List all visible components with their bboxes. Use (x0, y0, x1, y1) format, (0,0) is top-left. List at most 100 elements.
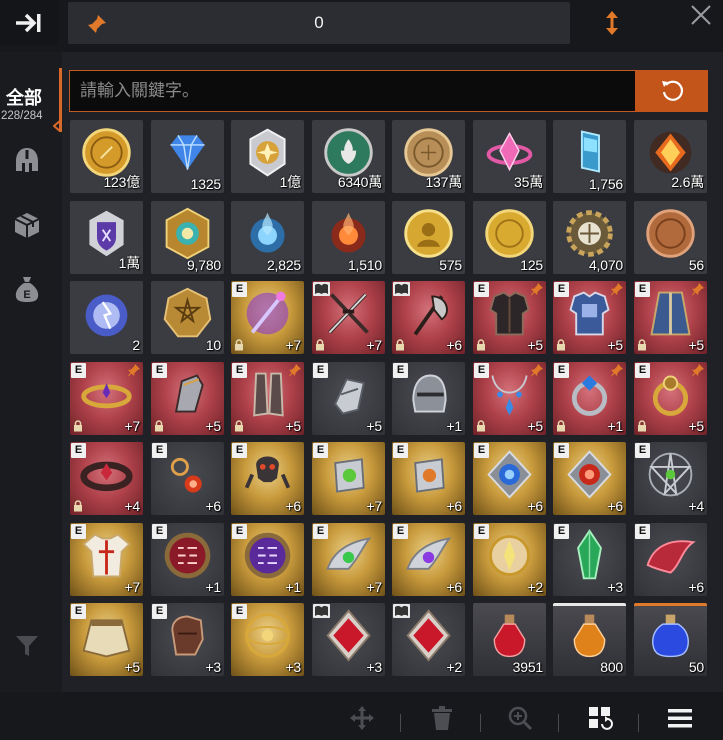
search-input[interactable] (70, 71, 635, 111)
item-slot-crimson-wing[interactable]: E +6 (634, 523, 707, 596)
item-slot-gold-coin[interactable]: 123億 (70, 120, 143, 193)
equipment-badge: E (152, 604, 167, 619)
toolbar-divider (558, 714, 559, 732)
item-slot-gilded-belt-skirt[interactable]: E +5 (70, 603, 143, 676)
collapse-panel-button[interactable] (0, 0, 58, 46)
item-slot-green-emblem-coin[interactable]: 6340萬 (312, 120, 385, 193)
equipment-badge: E (635, 524, 650, 539)
equipment-badge: E (313, 443, 328, 458)
item-slot-portrait-gold-coin[interactable]: 575 (392, 201, 465, 274)
item-slot-red-rune-tablet[interactable]: E +1 (151, 523, 224, 596)
emerald-bracer-icon (334, 458, 365, 493)
item-quantity: 4,070 (588, 257, 623, 273)
item-slot-ruby-amulet[interactable]: E +6 (553, 442, 626, 515)
item-slot-purple-staff[interactable]: E +7 (231, 281, 304, 354)
item-slot-battle-axe[interactable]: +6 (392, 281, 465, 354)
red-potion-icon (493, 614, 526, 658)
item-slot-blue-potion[interactable]: 50 (634, 603, 707, 676)
item-slot-pink-crystal[interactable]: 35萬 (473, 120, 546, 193)
item-slot-plain-gold-coin[interactable]: 125 (473, 201, 546, 274)
item-slot-blue-diamond[interactable]: 1325 (151, 120, 224, 193)
item-slot-dark-greaves[interactable]: E +5 (231, 362, 304, 435)
item-slot-gold-ring[interactable]: E +5 (634, 362, 707, 435)
item-quantity: 2 (132, 337, 140, 353)
item-slot-lightning-orb[interactable]: 2 (70, 281, 143, 354)
filter-icon[interactable] (13, 632, 41, 660)
arrange-grid-icon[interactable] (586, 704, 614, 732)
item-slot-dark-armor[interactable]: E +5 (473, 281, 546, 354)
item-quantity: 1億 (279, 174, 302, 190)
item-slot-gold-brooch[interactable]: E +2 (473, 523, 546, 596)
pinned-count-bar[interactable]: 0 (68, 2, 570, 44)
item-slot-silver-medal[interactable]: 1億 (231, 120, 304, 193)
money-bag-icon[interactable]: E (12, 274, 42, 304)
item-slot-steel-gauntlets[interactable]: E +5 (151, 362, 224, 435)
item-slot-emerald-bracer[interactable]: E +7 (312, 442, 385, 515)
item-slot-winged-amethyst-charm[interactable]: E +6 (392, 523, 465, 596)
lock-icon (155, 420, 163, 432)
search-zoom-icon[interactable] (506, 704, 534, 732)
plain-gold-coin-icon (485, 209, 534, 258)
item-slot-red-diamond-card-2[interactable]: +2 (392, 603, 465, 676)
item-slot-blue-drop-necklace[interactable]: E +5 (473, 362, 546, 435)
book-icon (313, 604, 330, 618)
reset-search-button[interactable] (635, 70, 708, 112)
item-slot-pentagram-seal[interactable]: 10 (151, 281, 224, 354)
pentagram-seal-icon (163, 287, 212, 338)
item-slot-copper-coin[interactable]: 56 (634, 201, 707, 274)
blue-gem-prism-icon (580, 130, 600, 173)
item-slot-crossed-swords[interactable]: +7 (312, 281, 385, 354)
item-slot-rune-crystal[interactable]: 2.6萬 (634, 120, 707, 193)
move-icon[interactable] (348, 704, 376, 732)
close-button[interactable] (688, 2, 714, 28)
toolbar-divider (638, 714, 639, 732)
item-slot-iron-helm[interactable]: E +1 (392, 362, 465, 435)
leather-glove-icon (171, 615, 204, 656)
purple-staff-icon (246, 291, 289, 335)
item-slot-blue-spirit-orb[interactable]: 2,825 (231, 201, 304, 274)
menu-icon[interactable] (666, 704, 694, 732)
arrow-to-right-icon (16, 13, 41, 33)
item-slot-spiked-collar[interactable]: E +4 (70, 442, 143, 515)
item-quantity: +5 (366, 418, 382, 434)
item-slot-gear-medallion[interactable]: 4,070 (553, 201, 626, 274)
item-slot-red-diamond-card[interactable]: +3 (312, 603, 385, 676)
item-slot-amber-bracer[interactable]: E +6 (392, 442, 465, 515)
item-quantity: +6 (527, 498, 543, 514)
item-slot-blue-robe[interactable]: E +5 (634, 281, 707, 354)
item-quantity: 35萬 (514, 174, 543, 190)
svg-text:E: E (23, 289, 30, 301)
item-slot-sapphire-amulet[interactable]: E +6 (473, 442, 546, 515)
item-slot-orange-potion[interactable]: 800 (553, 603, 626, 676)
item-quantity: +1 (205, 579, 221, 595)
helmet-icon[interactable] (12, 145, 42, 175)
item-slot-silver-gauntlet[interactable]: E +5 (312, 362, 385, 435)
item-slot-ornate-gold-medal[interactable]: 9,780 (151, 201, 224, 274)
item-slot-blue-plate-armor[interactable]: E +5 (553, 281, 626, 354)
item-slot-red-potion[interactable]: 3951 (473, 603, 546, 676)
item-slot-leather-glove[interactable]: E +3 (151, 603, 224, 676)
item-slot-purple-shield-medal[interactable]: 1萬 (70, 201, 143, 274)
lock-icon (74, 500, 82, 512)
item-slot-ruby-earring[interactable]: E +6 (151, 442, 224, 515)
item-quantity: +7 (366, 337, 382, 353)
item-quantity: 10 (205, 337, 221, 353)
item-slot-blue-gem-prism[interactable]: 1,756 (553, 120, 626, 193)
item-slot-red-spirit-orb[interactable]: 1,510 (312, 201, 385, 274)
item-slot-purple-rune-tablet[interactable]: E +1 (231, 523, 304, 596)
trash-icon[interactable] (428, 704, 456, 732)
item-slot-golden-orrery[interactable]: E +3 (231, 603, 304, 676)
item-slot-silver-star-emblem[interactable]: E +4 (634, 442, 707, 515)
item-slot-bronze-coin[interactable]: 137萬 (392, 120, 465, 193)
book-icon (393, 604, 410, 618)
item-slot-sapphire-ring[interactable]: E +1 (553, 362, 626, 435)
item-slot-gold-circlet[interactable]: E +7 (70, 362, 143, 435)
item-slot-demon-skull-charm[interactable]: E +6 (231, 442, 304, 515)
item-slot-white-tunic[interactable]: E +7 (70, 523, 143, 596)
item-slot-green-crystal-shard[interactable]: E +3 (553, 523, 626, 596)
item-quantity: +4 (688, 498, 704, 514)
category-all[interactable]: 全部 228/284 (0, 82, 62, 154)
box-icon[interactable] (12, 210, 42, 240)
item-slot-winged-emerald-charm[interactable]: E +7 (312, 523, 385, 596)
sort-button[interactable] (600, 8, 624, 38)
